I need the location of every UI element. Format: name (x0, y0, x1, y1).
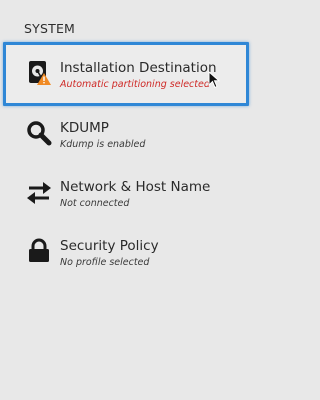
magnifier-icon (26, 120, 52, 146)
spoke-status: No profile selected (60, 257, 150, 268)
spoke-installation-destination[interactable]: Installation Destination Automatic parti… (0, 60, 270, 108)
padlock-icon (26, 238, 52, 264)
spoke-title: Installation Destination (60, 60, 217, 76)
spoke-kdump[interactable]: KDUMP Kdump is enabled (0, 120, 270, 168)
spoke-network-host-name[interactable]: Network & Host Name Not connected (0, 179, 270, 227)
mouse-pointer-icon (208, 70, 221, 89)
spoke-title: KDUMP (60, 120, 109, 136)
hard-disk-warning-icon (26, 60, 52, 86)
spoke-security-policy[interactable]: Security Policy No profile selected (0, 238, 270, 286)
spoke-title: Network & Host Name (60, 179, 211, 195)
spoke-status: Not connected (60, 198, 130, 209)
network-arrows-icon (26, 179, 52, 205)
spoke-status: Automatic partitioning selected (60, 79, 210, 90)
spoke-status: Kdump is enabled (60, 139, 146, 150)
section-title: SYSTEM (24, 21, 76, 36)
spoke-title: Security Policy (60, 238, 159, 254)
